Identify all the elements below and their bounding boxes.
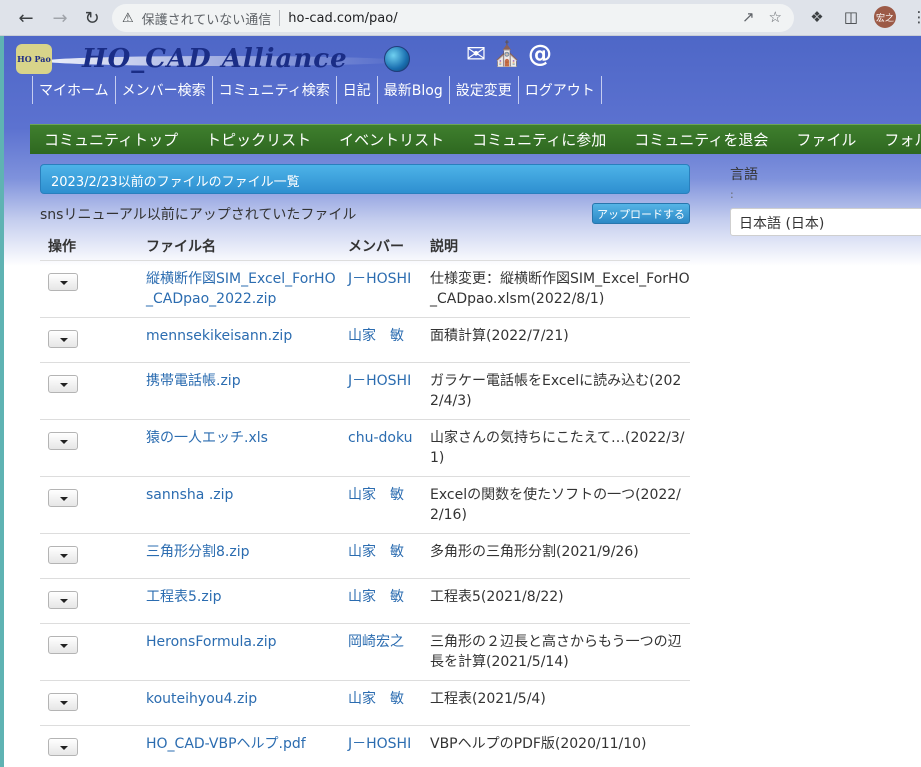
subnav-files[interactable]: ファイル (782, 129, 870, 150)
url-text[interactable]: ho-cad.com/pao/ (288, 11, 397, 26)
menu-item-member-search[interactable]: メンバー検索 (116, 76, 213, 104)
file-link[interactable]: mennsekikeisann.zip (138, 316, 340, 362)
menu-item-logout[interactable]: ログアウト (519, 76, 602, 104)
upload-button[interactable]: アップロードする (592, 203, 690, 224)
community-icon[interactable]: ⛪ (492, 40, 522, 68)
globe-icon (384, 46, 410, 72)
action-dropdown-button[interactable] (48, 635, 78, 654)
file-link[interactable]: HO_CAD-VBPヘルプ.pdf (138, 724, 340, 767)
member-link[interactable]: J－HOSHI (340, 259, 422, 317)
table-row: mennsekikeisann.zip 山家 敏 面積計算(2022/7/21) (40, 316, 690, 362)
table-row: 猿の一人エッチ.xls chu-doku 山家さんの気持ちにこたえて…(2022… (40, 418, 690, 476)
file-description: VBPヘルプのPDF版(2020/11/10) (422, 724, 690, 767)
menu-item-settings[interactable]: 設定変更 (450, 76, 519, 104)
file-link[interactable]: 携帯電話帳.zip (138, 361, 340, 419)
action-dropdown-button[interactable] (48, 545, 78, 564)
column-header-member: メンバー (348, 238, 404, 255)
reload-icon[interactable]: ↻ (80, 6, 104, 30)
forward-icon[interactable]: → (48, 6, 72, 30)
browser-toolbar: ← → ↻ ⚠ 保護されていない通信 ho-cad.com/pao/ ↗ ☆ ❖… (0, 0, 921, 36)
table-row: 工程表5.zip 山家 敏 工程表5(2021/8/22) (40, 577, 690, 623)
member-link[interactable]: J－HOSHI (340, 361, 422, 419)
extensions-icon[interactable]: ❖ (806, 6, 828, 28)
language-select[interactable]: 日本語 (日本) (730, 208, 921, 236)
table-row: 携帯電話帳.zip J－HOSHI ガラケー電話帳をExcelに読み込む(202… (40, 361, 690, 419)
site-logo[interactable]: HO_CAD Alliance (82, 44, 348, 74)
action-dropdown-button[interactable] (48, 374, 78, 393)
language-colon: : (730, 188, 734, 201)
subnav-join[interactable]: コミュニティに参加 (458, 129, 620, 150)
table-row: sannsha .zip 山家 敏 Excelの関数を使たソフトの一つ(2022… (40, 475, 690, 533)
file-description: 仕様変更：縦横断作図SIM_Excel_ForHO_CADpao.xlsm(20… (422, 259, 690, 317)
subnav-leave[interactable]: コミュニティを退会 (620, 129, 782, 150)
menu-item-latest-blog[interactable]: 最新Blog (378, 76, 450, 104)
file-description: 面積計算(2022/7/21) (422, 316, 690, 362)
security-label: 保護されていない通信 (141, 12, 272, 28)
main-menu: マイホーム メンバー検索 コミュニティ検索 日記 最新Blog 設定変更 ログア… (32, 76, 602, 104)
file-description: 工程表(2021/5/4) (422, 679, 690, 725)
file-link[interactable]: sannsha .zip (138, 475, 340, 533)
file-description: Excelの関数を使たソフトの一つ(2022/2/16) (422, 475, 690, 533)
action-dropdown-button[interactable] (48, 329, 78, 348)
table-row: HO_CAD-VBPヘルプ.pdf J－HOSHI VBPヘルプのPDF版(20… (40, 724, 690, 767)
menu-dots-icon[interactable]: ⋮ (908, 6, 921, 28)
subnav-topic-list[interactable]: トピックリスト (192, 129, 325, 150)
action-dropdown-button[interactable] (48, 488, 78, 507)
file-link[interactable]: 工程表5.zip (138, 577, 340, 623)
action-dropdown-button[interactable] (48, 692, 78, 711)
address-bar[interactable]: ⚠ 保護されていない通信 ho-cad.com/pao/ ↗ ☆ (112, 4, 794, 32)
back-icon[interactable]: ← (14, 6, 38, 30)
panel-subtitle: snsリニューアル以前にアップされていたファイル (40, 207, 357, 223)
file-link[interactable]: HeronsFormula.zip (138, 622, 340, 680)
file-description: 山家さんの気持ちにこたえて…(2022/3/1) (422, 418, 690, 476)
action-dropdown-button[interactable] (48, 272, 78, 291)
action-dropdown-button[interactable] (48, 737, 78, 756)
file-link[interactable]: 縦横断作図SIM_Excel_ForHO_CADpao_2022.zip (138, 259, 340, 317)
table-row: kouteihyou4.zip 山家 敏 工程表(2021/5/4) (40, 679, 690, 725)
member-link[interactable]: chu-doku (340, 418, 422, 476)
language-label: 言語 (730, 167, 758, 183)
table-row: 三角形分割8.zip 山家 敏 多角形の三角形分割(2021/9/26) (40, 532, 690, 578)
share-icon[interactable]: ↗ (742, 8, 755, 26)
table-row: HeronsFormula.zip 岡崎宏之 三角形の２辺長と高さからもう一つの… (40, 622, 690, 680)
member-link[interactable]: 山家 敏 (340, 532, 422, 578)
bookmark-star-icon[interactable]: ☆ (769, 8, 782, 26)
site-page: HO Pao HO_CAD Alliance ✉ ⛪ @ マイホーム メンバー検… (4, 36, 921, 767)
warning-icon: ⚠ (122, 10, 134, 26)
side-panel-icon[interactable]: ◫ (840, 6, 862, 28)
subnav-community-top[interactable]: コミュニティトップ (30, 129, 192, 150)
member-link[interactable]: 岡崎宏之 (340, 622, 422, 680)
file-link[interactable]: 三角形分割8.zip (138, 532, 340, 578)
member-link[interactable]: 山家 敏 (340, 577, 422, 623)
file-table: 操作 ファイル名 メンバー 説明 縦横断作図SIM_Excel_ForHO_CA… (40, 230, 690, 767)
file-link[interactable]: kouteihyou4.zip (138, 679, 340, 725)
subnav-event-list[interactable]: イベントリスト (325, 129, 458, 150)
member-link[interactable]: 山家 敏 (340, 475, 422, 533)
column-header-description: 説明 (430, 238, 458, 255)
file-description: 三角形の２辺長と高さからもう一つの辺長を計算(2021/5/14) (422, 622, 690, 680)
menu-item-diary[interactable]: 日記 (337, 76, 378, 104)
community-nav: コミュニティトップ トピックリスト イベントリスト コミュニティに参加 コミュニ… (30, 124, 921, 154)
logo-badge[interactable]: HO Pao (16, 44, 52, 74)
file-description: 工程表5(2021/8/22) (422, 577, 690, 623)
profile-avatar[interactable]: 宏之 (874, 6, 896, 28)
column-header-filename: ファイル名 (146, 238, 216, 255)
action-dropdown-button[interactable] (48, 431, 78, 450)
table-row: 縦横断作図SIM_Excel_ForHO_CADpao_2022.zip J－H… (40, 259, 690, 317)
file-link[interactable]: 猿の一人エッチ.xls (138, 418, 340, 476)
at-icon[interactable]: @ (528, 40, 552, 68)
member-link[interactable]: 山家 敏 (340, 679, 422, 725)
file-description: 多角形の三角形分割(2021/9/26) (422, 532, 690, 578)
column-header-action: 操作 (48, 238, 76, 255)
menu-item-home[interactable]: マイホーム (32, 76, 116, 104)
panel-title: 2023/2/23以前のファイルのファイル一覧 (40, 164, 690, 194)
member-link[interactable]: 山家 敏 (340, 316, 422, 362)
mail-icon[interactable]: ✉ (466, 40, 486, 68)
file-description: ガラケー電話帳をExcelに読み込む(2022/4/3) (422, 361, 690, 419)
action-dropdown-button[interactable] (48, 590, 78, 609)
subnav-folders[interactable]: フォルダ (870, 129, 921, 150)
member-link[interactable]: J－HOSHI (340, 724, 422, 767)
menu-item-community-search[interactable]: コミュニティ検索 (213, 76, 337, 104)
